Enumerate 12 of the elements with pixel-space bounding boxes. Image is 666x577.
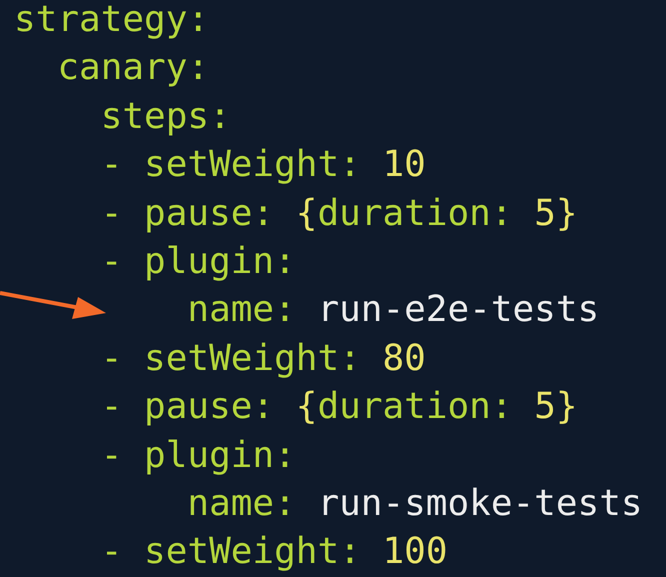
code-line: - setWeight: 100 bbox=[100, 530, 448, 574]
code-line: - pause: {duration: 5} bbox=[100, 385, 578, 430]
code-line: canary: bbox=[57, 46, 210, 90]
code-line: name: run-e2e-tests bbox=[187, 288, 600, 332]
code-line: - pause: {duration: 5} bbox=[100, 192, 578, 236]
code-line: - setWeight: 10 bbox=[100, 143, 426, 188]
code-line: - setWeight: 80 bbox=[100, 336, 426, 381]
code-line: steps: bbox=[100, 94, 231, 139]
code-line: strategy: bbox=[14, 0, 210, 42]
code-line: name: run-smoke-tests bbox=[187, 482, 643, 526]
code-line: - plugin: bbox=[100, 434, 296, 478]
code-line: - plugin: bbox=[100, 240, 296, 284]
